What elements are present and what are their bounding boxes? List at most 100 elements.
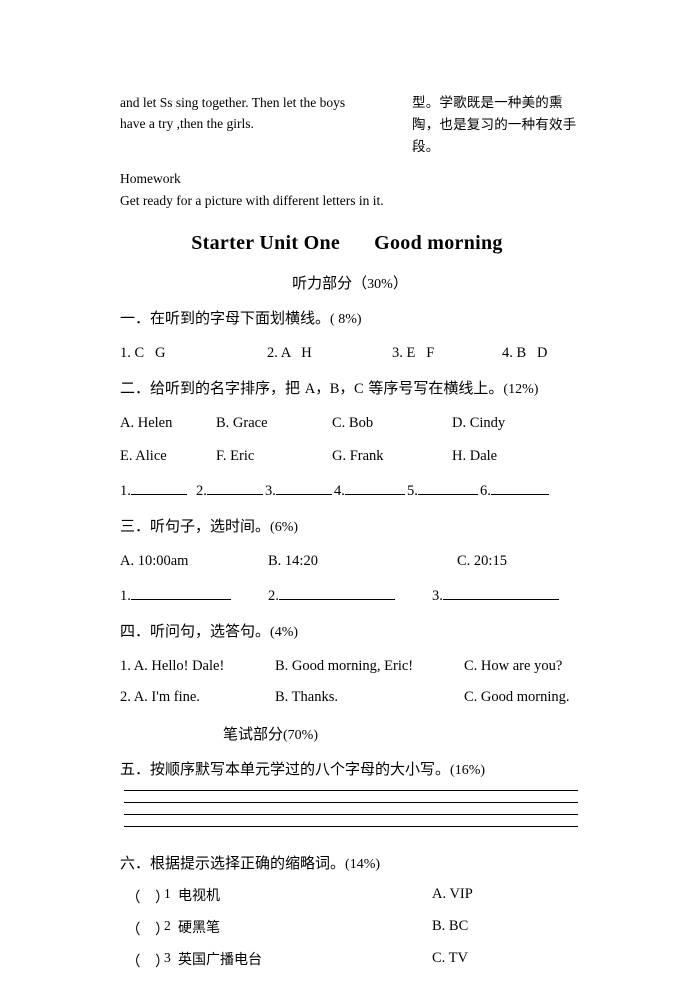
q3-blank-1[interactable]: 1. (120, 584, 231, 605)
q2-blank-4[interactable]: 4. (334, 479, 405, 500)
match-item-row[interactable]: （ ） 1 电视机 A. VIP (120, 886, 580, 907)
listening-part-score: 30% (367, 277, 393, 292)
section-2-score: (12%) (503, 382, 539, 397)
q2-name-d[interactable]: D. Cindy (452, 413, 505, 433)
section-2-letters: A，B，C (304, 381, 364, 397)
writing-rule-line[interactable] (124, 814, 578, 826)
q2-name-f[interactable]: F. Eric (216, 446, 254, 466)
match-item-number: 1 (164, 886, 171, 901)
section-5-heading: 五．按顺序默写本单元学过的八个字母的大小写。(16%) (120, 759, 580, 781)
q2-blank-6[interactable]: 6. (480, 479, 549, 500)
q4-1-option-b[interactable]: B. Good morning, Eric! (275, 656, 413, 676)
q1-item-2[interactable]: 2. A H (267, 343, 312, 363)
section-3-text: 听句子，选时间。 (150, 517, 271, 535)
q2-blank-1[interactable]: 1. (120, 479, 187, 500)
page-title: Starter Unit One Good morning (120, 232, 580, 255)
section-6-heading: 六．根据提示选择正确的缩略词。(14%) (120, 853, 580, 875)
q1-item-1[interactable]: 1. C G (120, 343, 166, 363)
section-4-heading: 四．听问句，选答句。(4%) (120, 621, 580, 643)
section-3-heading: 三．听句子，选时间。(6%) (120, 516, 580, 538)
section-2-names-row-2: E. Alice F. Eric G. Frank H. Dale (120, 446, 580, 466)
section-1-text: 在听到的字母下面划横线。 (150, 309, 331, 327)
section-6-number: 六． (120, 854, 151, 872)
match-item-row[interactable]: （ ） 2 硬黑笔 B. BC (120, 918, 580, 939)
q2-name-a[interactable]: A. Helen (120, 413, 172, 433)
title-unit: Starter Unit One (191, 232, 341, 254)
section-4-number: 四． (120, 622, 151, 640)
q4-2-option-c[interactable]: C. Good morning. (464, 687, 570, 707)
answer-bracket[interactable]: （ ） (126, 886, 170, 907)
section-3-answer-blanks: 1. 2. 3. (120, 584, 580, 606)
listening-part-label: 听力部分（ (292, 274, 368, 292)
match-item-term: 英国广播电台 (178, 952, 262, 968)
top-notes: and let Ss sing together. Then let the b… (120, 92, 580, 164)
section-6-text: 根据提示选择正确的缩略词。 (150, 854, 346, 872)
section-2-text-a: 给听到的名字排序，把 (150, 379, 305, 397)
q4-1-option-c[interactable]: C. How are you? (464, 656, 562, 676)
q3-time-c[interactable]: C. 20:15 (457, 551, 507, 571)
q2-blank-5[interactable]: 5. (407, 479, 478, 500)
section-6-score: (14%) (345, 857, 381, 872)
section-5-score: (16%) (450, 763, 486, 778)
section-1-heading: 一．在听到的字母下面划横线。( 8%) (120, 308, 580, 330)
q1-item-4[interactable]: 4. B D (502, 343, 548, 363)
answer-bracket[interactable]: （ ） (126, 950, 170, 971)
section-5-text: 按顺序默写本单元学过的八个字母的大小写。 (150, 760, 451, 778)
section-3-times: A. 10:00am B. 14:20 C. 20:15 (120, 551, 580, 571)
section-2-number: 二． (120, 379, 151, 397)
listening-part-label-end: ） (392, 274, 408, 292)
writing-rule-line[interactable] (124, 790, 578, 802)
q3-time-a[interactable]: A. 10:00am (120, 551, 188, 571)
match-item-number: 3 (164, 950, 171, 965)
q3-blank-3[interactable]: 3. (432, 584, 559, 605)
section-2-heading: 二．给听到的名字排序，把 A，B，C 等序号写在横线上。(12%) (120, 378, 580, 400)
notes-left-line-1: and let Ss sing together. Then let the b… (120, 95, 346, 110)
section-2-answer-blanks: 1. 2. 3. 4. 5. 6. (120, 479, 580, 501)
q1-item-3[interactable]: 3. E F (392, 343, 434, 363)
section-1-items: 1. C G 2. A H 3. E F 4. B D (120, 343, 580, 363)
match-item-term: 硬黑笔 (178, 920, 220, 936)
answer-bracket[interactable]: （ ） (126, 918, 170, 939)
homework-block: Homework Get ready for a picture with di… (120, 168, 580, 212)
section-4-text: 听问句，选答句。 (150, 622, 271, 640)
section-1-number: 一． (120, 309, 151, 327)
listening-part-heading: 听力部分（30%） (120, 272, 580, 293)
q4-1-option-a[interactable]: 1. A. Hello! Dale! (120, 656, 224, 676)
writing-rule-line[interactable] (124, 826, 578, 838)
notes-right-column: 型。学歌既是一种美的熏陶，也是复习的一种有效手段。 (412, 95, 577, 155)
match-item-term: 电视机 (178, 888, 220, 904)
q3-time-b[interactable]: B. 14:20 (268, 551, 318, 571)
document-content: and let Ss sing together. Then let the b… (120, 92, 580, 983)
notes-left-column: and let Ss sing together. Then let the b… (120, 92, 390, 134)
q2-name-g[interactable]: G. Frank (332, 446, 384, 466)
q2-name-e[interactable]: E. Alice (120, 446, 167, 466)
match-option[interactable]: C. TV (432, 950, 468, 967)
q2-name-h[interactable]: H. Dale (452, 446, 497, 466)
notes-left-line-2: have a try ,then the girls. (120, 116, 254, 131)
q2-blank-2[interactable]: 2. (196, 479, 263, 500)
writing-rules[interactable] (124, 790, 578, 838)
match-item-number: 2 (164, 918, 171, 933)
q4-2-option-b[interactable]: B. Thanks. (275, 687, 338, 707)
section-2-names-row-1: A. Helen B. Grace C. Bob D. Cindy (120, 413, 580, 433)
written-part-label: 笔试部分 (223, 725, 284, 743)
q2-blank-3[interactable]: 3. (265, 479, 332, 500)
section-2-text-b: 等序号写在横线上。 (363, 379, 504, 397)
section-5-number: 五． (120, 760, 151, 778)
q4-2-option-a[interactable]: 2. A. I'm fine. (120, 687, 200, 707)
match-option[interactable]: A. VIP (432, 886, 473, 903)
match-option[interactable]: B. BC (432, 918, 468, 935)
section-3-number: 三． (120, 517, 151, 535)
q2-name-b[interactable]: B. Grace (216, 413, 268, 433)
match-item-row[interactable]: （ ） 3 英国广播电台 C. TV (120, 950, 580, 971)
section-4-score: (4%) (270, 625, 299, 640)
q2-name-c[interactable]: C. Bob (332, 413, 373, 433)
writing-rule-line[interactable] (124, 802, 578, 814)
document-page: and let Ss sing together. Then let the b… (0, 0, 696, 983)
section-1-score: ( 8%) (330, 312, 362, 327)
q3-blank-2[interactable]: 2. (268, 584, 395, 605)
section-3-score: (6%) (270, 520, 299, 535)
section-4-question-1: 1. A. Hello! Dale! B. Good morning, Eric… (120, 656, 580, 676)
homework-text: Get ready for a picture with different l… (120, 193, 384, 208)
homework-label: Homework (120, 171, 181, 186)
